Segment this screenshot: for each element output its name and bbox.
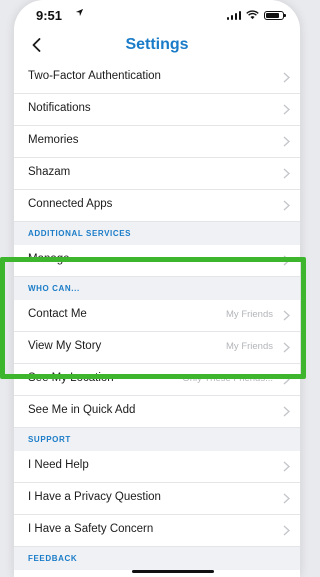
setting-notifications[interactable]: Notifications [14, 94, 300, 126]
chevron-right-icon [283, 525, 290, 536]
chevron-right-icon [283, 406, 290, 417]
status-bar: 9:51 [14, 0, 300, 30]
setting-connected-apps[interactable]: Connected Apps [14, 190, 300, 222]
section-header-label: ADDITIONAL SERVICES [28, 229, 132, 238]
phone-screen: 9:51 Settings Two-Factor Authentication [14, 0, 300, 577]
row-value: Only These Friends... [182, 373, 273, 384]
row-label: See Me in Quick Add [28, 404, 136, 416]
chevron-right-icon [283, 461, 290, 472]
chevron-right-icon [283, 104, 290, 115]
section-header-label: WHO CAN... [28, 284, 80, 293]
row-label: Manage [28, 253, 70, 265]
chevron-right-icon [283, 200, 290, 211]
section-header-label: SUPPORT [28, 435, 71, 444]
home-indicator [132, 570, 214, 573]
setting-safety-concern[interactable]: I Have a Safety Concern [14, 515, 300, 547]
wifi-icon [246, 10, 259, 20]
row-label: Connected Apps [28, 198, 113, 210]
row-label: See My Location [28, 372, 114, 384]
row-label: I Have a Privacy Question [28, 491, 161, 503]
row-label: Memories [28, 134, 79, 146]
setting-two-factor-authentication[interactable]: Two-Factor Authentication [14, 62, 300, 94]
chevron-right-icon [283, 168, 290, 179]
row-label: I Need Help [28, 459, 89, 471]
setting-see-my-location[interactable]: See My Location Only These Friends... [14, 364, 300, 396]
row-label: Two-Factor Authentication [28, 70, 161, 82]
row-label: Shazam [28, 166, 71, 178]
location-arrow-icon [75, 8, 84, 20]
signal-bars-icon [226, 10, 241, 20]
section-header-support: SUPPORT [14, 428, 300, 451]
setting-see-me-in-quick-add[interactable]: See Me in Quick Add [14, 396, 300, 428]
section-header-feedback: FEEDBACK [14, 547, 300, 570]
setting-privacy-question[interactable]: I Have a Privacy Question [14, 483, 300, 515]
status-time: 9:51 [36, 8, 63, 23]
setting-contact-me[interactable]: Contact Me My Friends [14, 300, 300, 332]
chevron-right-icon [283, 493, 290, 504]
setting-i-need-help[interactable]: I Need Help [14, 451, 300, 483]
status-icons [226, 10, 286, 20]
row-value: My Friends [226, 309, 273, 320]
section-header-who-can: WHO CAN... [14, 277, 300, 300]
row-label: Notifications [28, 102, 91, 114]
setting-shazam[interactable]: Shazam [14, 158, 300, 190]
chevron-right-icon [283, 72, 290, 83]
chevron-right-icon [283, 310, 290, 321]
row-label: View My Story [28, 340, 102, 352]
chevron-right-icon [283, 136, 290, 147]
row-label: I Have a Safety Concern [28, 523, 154, 535]
section-header-additional-services: ADDITIONAL SERVICES [14, 222, 300, 245]
setting-view-my-story[interactable]: View My Story My Friends [14, 332, 300, 364]
battery-icon [264, 10, 286, 20]
settings-list: Two-Factor Authentication Notifications … [14, 62, 300, 577]
chevron-right-icon [283, 255, 290, 266]
setting-manage[interactable]: Manage [14, 245, 300, 277]
page-title: Settings [125, 36, 189, 53]
chevron-right-icon [283, 374, 290, 385]
row-value: My Friends [226, 341, 273, 352]
nav-bar: Settings [14, 30, 300, 62]
row-label: Contact Me [28, 308, 87, 320]
section-header-label: FEEDBACK [28, 554, 78, 563]
setting-memories[interactable]: Memories [14, 126, 300, 158]
chevron-right-icon [283, 342, 290, 353]
